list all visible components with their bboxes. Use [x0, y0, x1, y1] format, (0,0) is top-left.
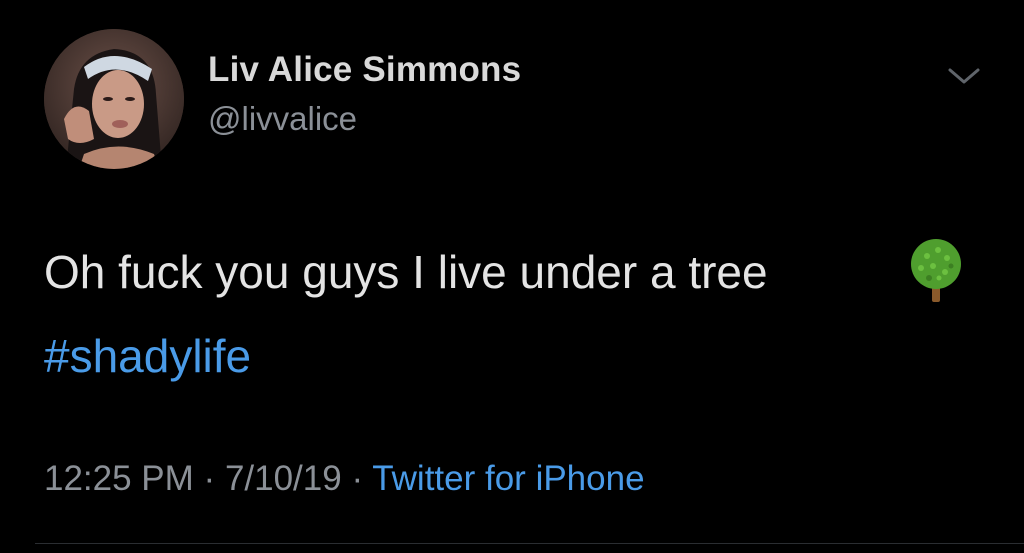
meta-separator: ·: [351, 459, 364, 498]
deciduous-tree-icon: [905, 236, 967, 304]
tweet-meta: 12:25 PM · 7/10/19 · Twitter for iPhone: [44, 455, 645, 503]
divider: [35, 543, 1024, 544]
avatar[interactable]: [44, 29, 184, 169]
meta-separator: ·: [203, 459, 216, 498]
display-name[interactable]: Liv Alice Simmons: [208, 50, 521, 90]
tweet-time: 12:25 PM: [44, 459, 194, 498]
avatar-image: [44, 29, 184, 169]
tweet-card: Liv Alice Simmons @livvalice Oh fuck you…: [0, 0, 1024, 553]
chevron-down-icon[interactable]: [944, 62, 984, 90]
tweet-source-link[interactable]: Twitter for iPhone: [372, 459, 644, 498]
hashtag-link[interactable]: #shadylife: [44, 328, 251, 384]
tweet-date: 7/10/19: [224, 459, 342, 498]
tweet-text: Oh fuck you guys I live under a tree: [44, 246, 768, 298]
user-handle[interactable]: @livvalice: [208, 100, 357, 138]
